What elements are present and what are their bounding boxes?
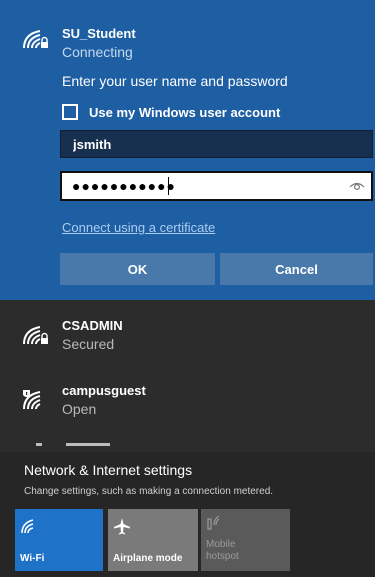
quick-action-mobile-hotspot[interactable]: Mobile hotspot [201,509,290,571]
tile-label-line1: Mobile [206,539,236,550]
connect-certificate-link[interactable]: Connect using a certificate [62,220,215,235]
airplane-icon [114,518,130,535]
tile-label-line2: hotspot [206,551,239,562]
network-name: CSADMIN [62,318,123,333]
quick-action-airplane-mode[interactable]: Airplane mode [108,509,198,571]
partial-text [66,443,110,446]
network-item-partial[interactable] [36,440,126,448]
network-name: campusguest [62,383,146,398]
wifi-icon [21,519,34,534]
network-security-status: Open [62,401,97,417]
hotspot-icon [207,515,220,530]
password-field[interactable] [60,171,373,201]
eye-icon[interactable] [349,179,365,193]
partial-text [36,443,42,446]
active-network-status: Connecting [62,44,133,60]
wifi-open-shield-icon [23,390,41,410]
use-windows-account-label: Use my Windows user account [89,104,281,120]
username-input[interactable] [60,130,373,158]
flyout-footer: Network & Internet settings Change setti… [0,452,375,577]
quick-action-wifi[interactable]: Wi-Fi [15,509,103,571]
network-security-status: Secured [62,336,115,352]
tile-label: Airplane mode [113,553,183,564]
tile-label: Wi-Fi [20,553,45,564]
network-settings-link[interactable]: Network & Internet settings [24,462,192,478]
network-item-campusguest[interactable]: campusguest Open [0,375,375,431]
text-caret [168,177,169,195]
credentials-prompt: Enter your user name and password [62,73,288,89]
tile-label: Mobile hotspot [206,539,239,563]
network-item-csadmin[interactable]: CSADMIN Secured [0,310,375,366]
password-input[interactable] [62,173,342,199]
use-windows-account-checkbox[interactable]: Use my Windows user account [62,104,280,120]
active-network-name: SU_Student [62,26,136,41]
wifi-secured-icon [23,326,48,345]
network-flyout: SU_Student Connecting Enter your user na… [0,0,375,577]
checkbox-box[interactable] [62,104,78,120]
ok-button[interactable]: OK [60,253,215,285]
active-network-panel: SU_Student Connecting Enter your user na… [0,0,375,300]
network-settings-description: Change settings, such as making a connec… [24,486,274,497]
cancel-button[interactable]: Cancel [220,253,373,285]
wifi-secured-icon [23,30,48,49]
